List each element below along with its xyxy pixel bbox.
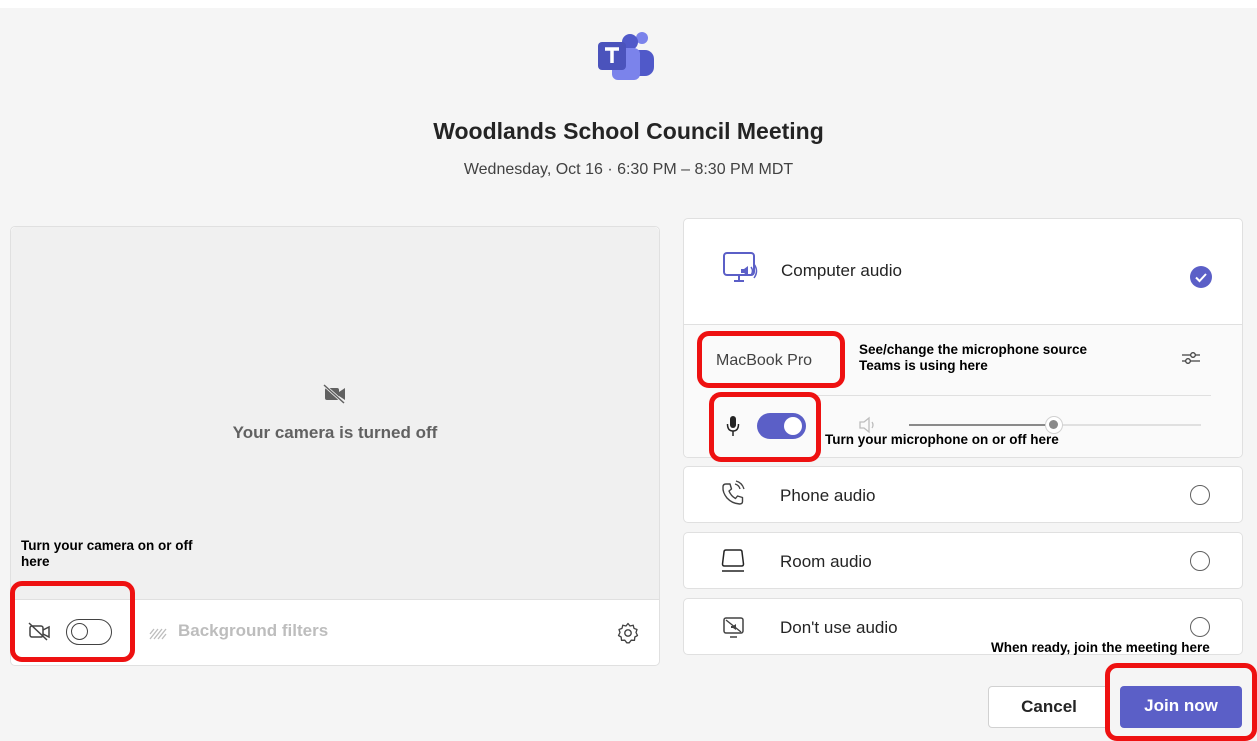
volume-slider-thumb-center — [1049, 420, 1058, 429]
phone-audio-label: Phone audio — [780, 486, 876, 505]
computer-audio-selected-check — [1190, 266, 1212, 288]
meeting-title: Woodlands School Council Meeting — [433, 118, 824, 144]
camera-off-icon — [322, 383, 346, 405]
pre-join-screen: Woodlands School Council Meeting Wednesd… — [0, 8, 1257, 741]
cancel-button[interactable]: Cancel — [988, 686, 1110, 728]
phone-audio-icon — [722, 480, 745, 505]
no-audio-label: Don't use audio — [780, 618, 898, 637]
device-settings-icon[interactable] — [617, 622, 639, 644]
mic-toggle-annotation: Turn your microphone on or off here — [825, 432, 1059, 447]
volume-slider-filled — [909, 424, 1054, 426]
computer-audio-label: Computer audio — [781, 261, 902, 280]
checkmark-icon — [1195, 273, 1207, 283]
computer-audio-icon — [723, 252, 758, 282]
background-filters-icon — [149, 628, 167, 640]
join-highlight — [1105, 663, 1257, 741]
background-filters-label[interactable]: Background filters — [178, 621, 328, 641]
camera-toggle-annotation: Turn your camera on or off here — [21, 538, 193, 569]
camera-toggle-highlight — [10, 581, 135, 662]
no-audio-radio[interactable] — [1190, 617, 1210, 637]
meeting-schedule: Wednesday, Oct 16 · 6:30 PM – 8:30 PM MD… — [463, 161, 794, 178]
device-filter-icon[interactable] — [1181, 349, 1201, 367]
mic-source-annotation: See/change the microphone source Teams i… — [859, 342, 1088, 373]
join-annotation: When ready, join the meeting here — [991, 640, 1210, 655]
room-audio-option[interactable]: Room audio — [683, 532, 1243, 589]
room-audio-icon — [721, 549, 745, 572]
volume-slider-remaining — [1054, 424, 1201, 426]
computer-audio-option[interactable]: Computer audio — [684, 219, 1242, 324]
camera-off-message: Your camera is turned off — [232, 423, 438, 442]
phone-audio-option[interactable]: Phone audio — [683, 466, 1243, 523]
room-audio-radio[interactable] — [1190, 551, 1210, 571]
mic-toggle-highlight — [709, 392, 821, 462]
teams-logo-icon — [598, 32, 654, 80]
no-audio-icon — [723, 617, 744, 638]
room-audio-label: Room audio — [780, 552, 872, 571]
mic-source-highlight — [697, 331, 845, 388]
phone-audio-radio[interactable] — [1190, 485, 1210, 505]
